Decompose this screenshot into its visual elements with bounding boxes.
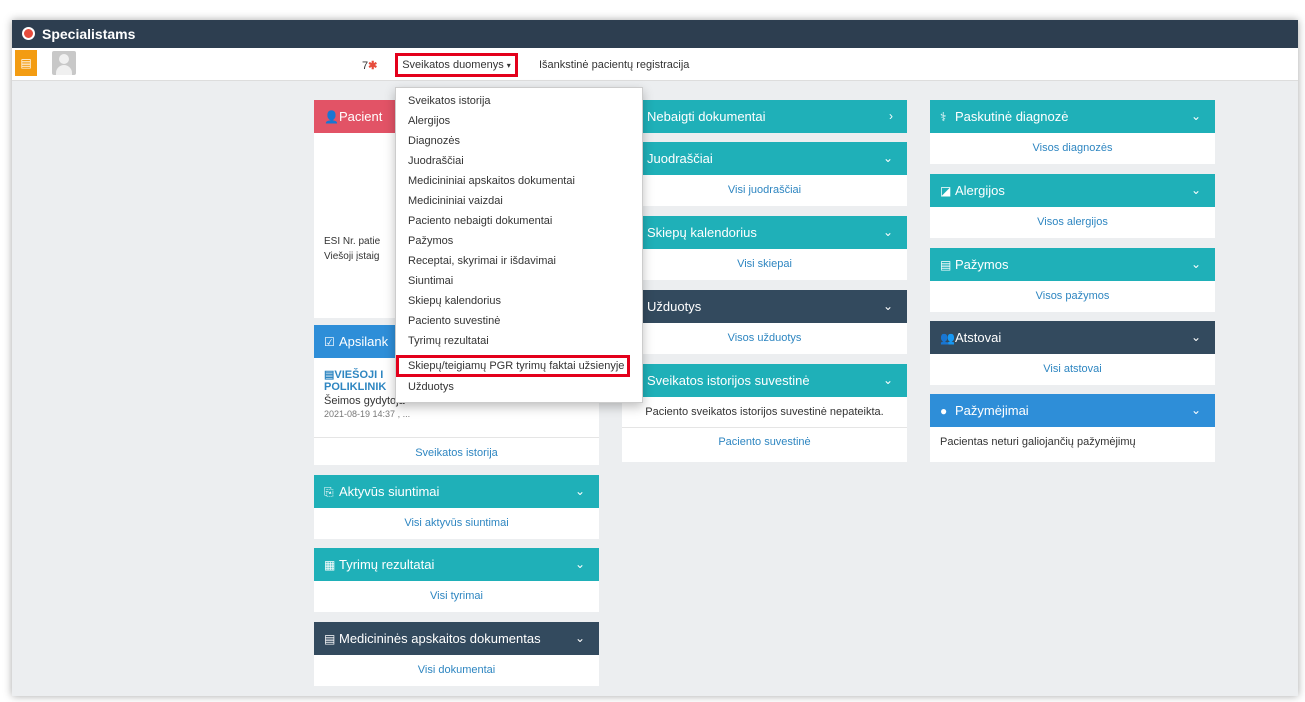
app-title: Specialistams [42, 26, 136, 42]
menu-item-tasks[interactable]: Užduotys [408, 381, 454, 393]
menu-item-medical-images[interactable]: Medicininiai vaizdai [408, 195, 503, 207]
tasks-panel-header[interactable]: ▤Užduotys⌄ [622, 290, 907, 323]
chevron-down-icon: ⌄ [574, 631, 585, 645]
drafts-panel: ▤Juodraščiai⌄ Visi juodraščiai [622, 142, 907, 206]
drafts-link[interactable]: Visi juodraščiai [622, 175, 907, 205]
app-logo-icon [22, 27, 35, 40]
menu-item-diagnoses[interactable]: Diagnozės [408, 135, 460, 147]
chevron-down-icon: ⌄ [882, 373, 893, 387]
representatives-panel: 👥Atstovai ⌄ Visi atstovai [930, 321, 1215, 385]
highlight-box [396, 355, 630, 377]
diagnosis-panel-header[interactable]: ⚕ Paskutinė diagnozė ⌄ [930, 100, 1215, 133]
document-icon: ▤ [324, 369, 335, 381]
passes-panel-header[interactable]: ● Pažymėjimai ⌄ [930, 394, 1215, 427]
tasks-panel: ▤Užduotys⌄ Visos užduotys [622, 290, 907, 354]
document-icon: ▤ [940, 258, 952, 272]
tests-panel-header[interactable]: ▦ Tyrimų rezultatai ⌄ [314, 548, 599, 581]
chevron-down-icon: ⌄ [1190, 109, 1201, 123]
health-data-dropdown: Sveikatos istorija Alergijos Diagnozės J… [395, 87, 643, 403]
caret-down-icon: ▾ [506, 61, 511, 70]
menu-item-test-results[interactable]: Tyrimų rezultatai [408, 335, 489, 347]
user-icon: 👤 [324, 110, 339, 124]
menu-item-health-history[interactable]: Sveikatos istorija [408, 95, 491, 107]
chevron-down-icon: ⌄ [882, 225, 893, 239]
chevron-down-icon: ⌄ [1190, 403, 1201, 417]
chevron-down-icon: ⌄ [574, 557, 585, 571]
certificates-link[interactable]: Visos pažymos [930, 281, 1215, 311]
menu-item-allergies[interactable]: Alergijos [408, 115, 450, 127]
certificates-panel: ▤ Pažymos ⌄ Visos pažymos [930, 248, 1215, 312]
menu-item-patient-summary[interactable]: Paciento suvestinė [408, 315, 500, 327]
chevron-right-icon: › [889, 109, 893, 123]
meddocs-link[interactable]: Visi dokumentai [314, 655, 599, 685]
referrals-link[interactable]: Visi aktyvūs siuntimai [314, 508, 599, 538]
referrals-panel: ⎘ Aktyvūs siuntimai ⌄ Visi aktyvūs siuntim… [314, 475, 599, 539]
allergies-panel: ◪ Alergijos ⌄ Visos alergijos [930, 174, 1215, 238]
summary-panel-header[interactable]: ▤Sveikatos istorijos suvestinė⌄ [622, 364, 907, 397]
nav-bar: ▤ 7✱ Sveikatos duomenys ▾ Išankstinė pac… [12, 48, 1298, 81]
allergies-panel-header[interactable]: ◪ Alergijos ⌄ [930, 174, 1215, 207]
app-window: Specialistams ▤ 7✱ Sveikatos duomenys ▾ … [12, 20, 1298, 696]
vaccines-panel-header[interactable]: ▦Skiepų kalendorius⌄ [622, 216, 907, 249]
summary-link[interactable]: Paciento suvestinė [622, 427, 907, 456]
top-bar: Specialistams [12, 20, 1298, 48]
referral-icon: ⎘ [324, 485, 334, 499]
menu-item-vaccine-calendar[interactable]: Skiepų kalendorius [408, 295, 501, 307]
avatar[interactable] [52, 51, 76, 75]
circle-icon: ● [940, 404, 948, 418]
chevron-down-icon: ⌄ [882, 151, 893, 165]
menu-item-medical-docs[interactable]: Medicininiai apskaitos dokumentai [408, 175, 575, 187]
tests-link[interactable]: Visi tyrimai [314, 581, 599, 611]
passes-panel: ● Pažymėjimai ⌄ Pacientas neturi galiojanč… [930, 394, 1215, 462]
notification-count[interactable]: 7✱ [362, 59, 377, 72]
bookmark-icon: ◪ [940, 184, 952, 198]
summary-text: Paciento sveikatos istorijos suvestinė n… [645, 406, 884, 418]
nav-registration-link[interactable]: Išankstinė pacientų registracija [539, 59, 689, 71]
meddocs-panel-header[interactable]: ▤ Medicininės apskaitos dokumentas ⌄ [314, 622, 599, 655]
certificates-panel-header[interactable]: ▤ Pažymos ⌄ [930, 248, 1215, 281]
menu-item-certificates[interactable]: Pažymos [408, 235, 453, 247]
visit-date: 2021-08-19 14:37 , ... [324, 409, 411, 419]
chevron-down-icon: ⌄ [882, 299, 893, 313]
summary-panel: ▤Sveikatos istorijos suvestinė⌄ Paciento… [622, 364, 907, 462]
health-data-menu-label: Sveikatos duomenys [402, 59, 504, 71]
tests-panel: ▦ Tyrimų rezultatai ⌄ Visi tyrimai [314, 548, 599, 612]
menu-item-drafts[interactable]: Juodraščiai [408, 155, 464, 167]
users-icon: 👥 [940, 331, 955, 345]
allergies-link[interactable]: Visos alergijos [930, 207, 1215, 237]
menu-item-prescriptions[interactable]: Receptai, skyrimai ir išdavimai [408, 255, 556, 267]
table-icon: ▦ [324, 558, 336, 572]
vaccines-panel: ▦Skiepų kalendorius⌄ Visi skiepai [622, 216, 907, 280]
stethoscope-icon: ⚕ [940, 110, 947, 124]
patient-esi: ESI Nr. patie [324, 236, 381, 247]
chevron-down-icon: ⌄ [574, 484, 585, 498]
required-star-icon: ✱ [368, 60, 378, 72]
tasks-link[interactable]: Visos užduotys [622, 323, 907, 353]
chevron-down-icon: ⌄ [1190, 183, 1201, 197]
representatives-link[interactable]: Visi atstovai [930, 354, 1215, 384]
drafts-panel-header[interactable]: ▤Juodraščiai⌄ [622, 142, 907, 175]
visits-link[interactable]: Sveikatos istorija [314, 437, 599, 468]
passes-text: Pacientas neturi galiojančių pažymėjimų [940, 436, 1136, 448]
meddocs-panel: ▤ Medicininės apskaitos dokumentas ⌄ Visi … [314, 622, 599, 686]
chevron-down-icon: ⌄ [1190, 330, 1201, 344]
patient-institution: Viešoji įstaig [324, 251, 380, 262]
menu-item-unfinished-docs[interactable]: Paciento nebaigti dokumentai [408, 215, 552, 227]
document-icon: ▤ [324, 632, 336, 646]
document-icon[interactable]: ▤ [15, 50, 37, 76]
health-data-menu-button[interactable]: Sveikatos duomenys ▾ [395, 53, 518, 77]
vaccines-link[interactable]: Visi skiepai [622, 249, 907, 279]
diagnosis-link[interactable]: Visos diagnozės [930, 133, 1215, 163]
check-square-icon: ☑ [324, 335, 335, 349]
representatives-panel-header[interactable]: 👥Atstovai ⌄ [930, 321, 1215, 354]
menu-item-referrals[interactable]: Siuntimai [408, 275, 453, 287]
unfinished-panel: ▤Nebaigti dokumentai› [622, 100, 907, 133]
referrals-panel-header[interactable]: ⎘ Aktyvūs siuntimai ⌄ [314, 475, 599, 508]
unfinished-panel-header[interactable]: ▤Nebaigti dokumentai› [622, 100, 907, 133]
diagnosis-panel: ⚕ Paskutinė diagnozė ⌄ Visos diagnozės [930, 100, 1215, 164]
chevron-down-icon: ⌄ [1190, 257, 1201, 271]
